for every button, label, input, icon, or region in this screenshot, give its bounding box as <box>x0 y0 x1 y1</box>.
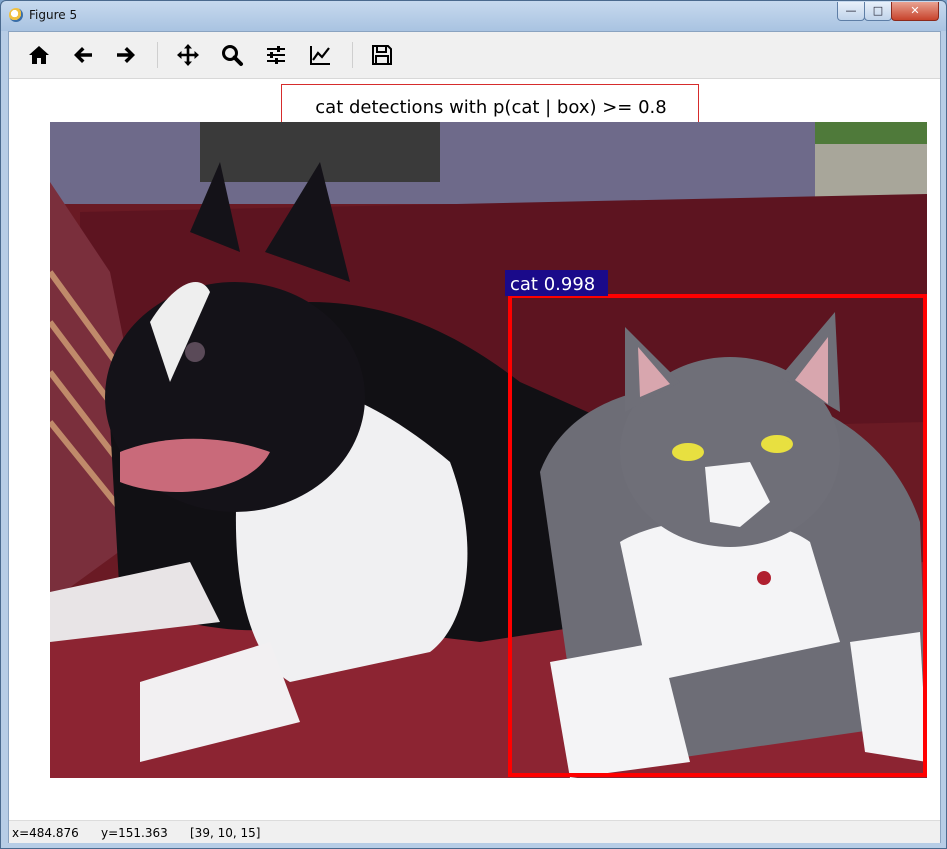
cat-collar-bell <box>757 571 771 585</box>
figure-window: Figure 5 — □ ✕ cat detections with p(cat… <box>0 0 947 849</box>
detection-image[interactable]: cat 0.998 <box>50 122 927 778</box>
matplotlib-logo-icon <box>9 8 23 22</box>
move-icon <box>177 44 199 66</box>
pan-button[interactable] <box>174 41 202 69</box>
zoom-button[interactable] <box>218 41 246 69</box>
back-button[interactable] <box>69 41 97 69</box>
window-title: Figure 5 <box>29 8 78 22</box>
floppy-disk-icon <box>372 45 392 65</box>
title-bar[interactable]: Figure 5 — □ ✕ <box>1 1 946 31</box>
arrow-left-icon <box>74 47 92 63</box>
dog-eye <box>185 342 205 362</box>
close-button[interactable]: ✕ <box>891 2 939 21</box>
maximize-button[interactable]: □ <box>864 2 892 21</box>
detection-label: cat 0.998 <box>510 274 595 295</box>
magnifier-icon <box>222 45 243 66</box>
status-bar: x=484.876 y=151.363 [39, 10, 15] <box>9 820 940 843</box>
plot-title: cat detections with p(cat | box) >= 0.8 <box>315 97 667 118</box>
line-chart-icon <box>310 46 330 65</box>
sliders-icon <box>267 46 285 64</box>
figure-canvas[interactable]: cat detections with p(cat | box) >= 0.8 <box>9 79 940 820</box>
home-button[interactable] <box>25 41 53 69</box>
cursor-x-readout: x=484.876 <box>12 826 79 840</box>
minimize-button[interactable]: — <box>837 2 865 21</box>
forward-button[interactable] <box>112 41 140 69</box>
home-icon <box>29 46 49 64</box>
figure-client-area: cat detections with p(cat | box) >= 0.8 <box>8 31 941 843</box>
window-foliage <box>815 122 927 144</box>
cat-eye-right <box>761 435 793 453</box>
toolbar-separator <box>352 42 353 68</box>
navigation-toolbar <box>9 32 940 79</box>
plot-title-box: cat detections with p(cat | box) >= 0.8 <box>281 84 699 127</box>
configure-subplots-button[interactable] <box>262 41 290 69</box>
toolbar-separator <box>157 42 158 68</box>
pixel-value-readout: [39, 10, 15] <box>190 826 261 840</box>
arrow-right-icon <box>117 47 135 63</box>
save-button[interactable] <box>368 41 396 69</box>
cat-eye-left <box>672 443 704 461</box>
edit-axes-button[interactable] <box>306 41 334 69</box>
cursor-y-readout: y=151.363 <box>101 826 168 840</box>
